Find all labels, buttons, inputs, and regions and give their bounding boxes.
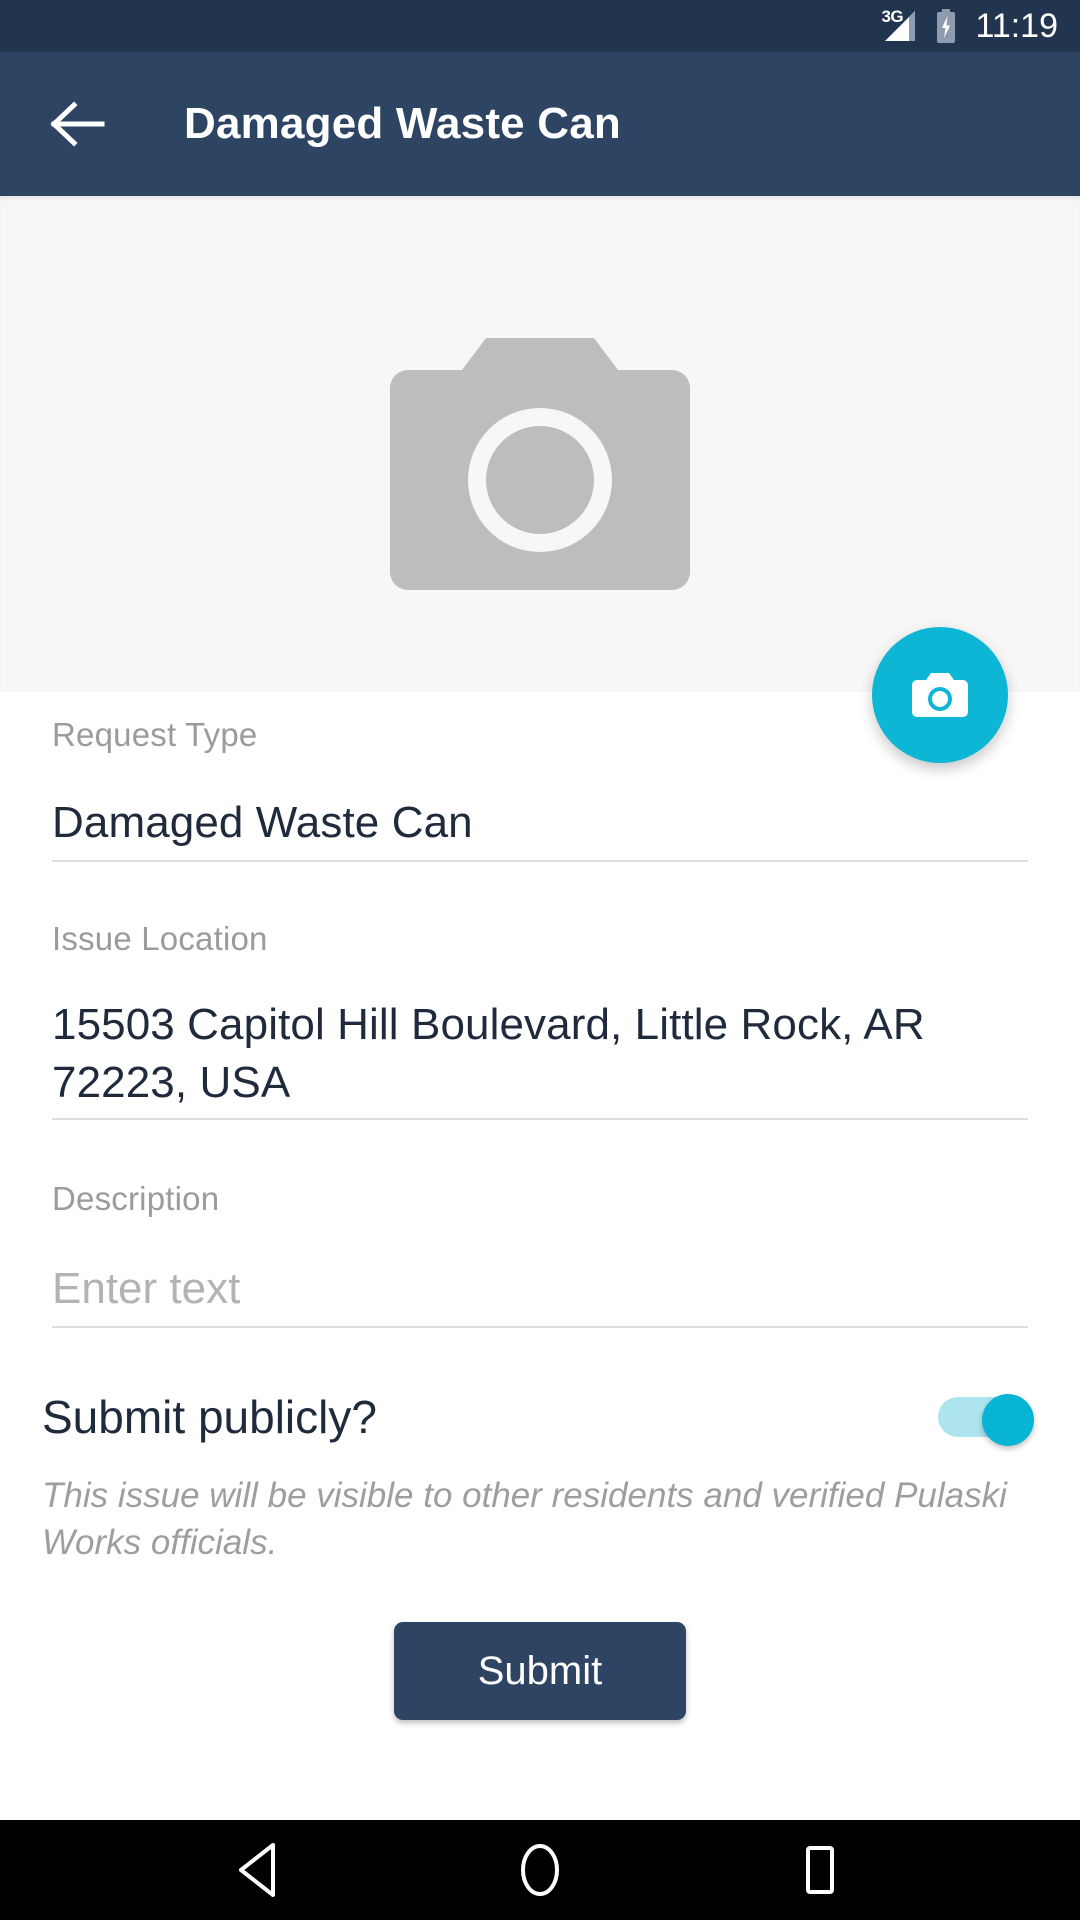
public-toggle-label: Submit publicly?: [42, 1391, 377, 1443]
issue-location-label: Issue Location: [52, 920, 268, 957]
description-underline: [52, 1326, 1028, 1328]
nav-home-circle-icon: [521, 1844, 559, 1896]
status-bar: 3G 11:19: [0, 0, 1080, 52]
app-screen: 3G 11:19 Damaged Waste Can Request Type …: [0, 0, 1080, 1920]
camera-fab-button[interactable]: [872, 627, 1008, 763]
clock-time: 11:19: [975, 6, 1058, 45]
public-toggle-row: Submit publicly?: [0, 1390, 1080, 1446]
photo-preview-area[interactable]: [0, 196, 1080, 692]
issue-location-value[interactable]: 15503 Capitol Hill Boulevard, Little Roc…: [52, 996, 1028, 1118]
page-title: Damaged Waste Can: [184, 99, 621, 148]
nav-recents-button[interactable]: [775, 1825, 865, 1915]
nav-back-triangle-icon: [239, 1843, 275, 1897]
public-toggle-switch[interactable]: [938, 1394, 1034, 1446]
issue-location-field[interactable]: Issue Location 15503 Capitol Hill Boulev…: [0, 862, 1080, 1120]
description-field[interactable]: Description Enter text: [0, 1120, 1080, 1328]
battery-charging-icon: [937, 9, 956, 43]
report-form: Request Type Damaged Waste Can Issue Loc…: [0, 692, 1080, 1720]
camera-icon: [912, 673, 968, 717]
back-button[interactable]: [46, 91, 112, 157]
arrow-left-icon: [50, 101, 105, 147]
network-type-label: 3G: [881, 7, 904, 26]
description-label: Description: [52, 1180, 220, 1217]
request-type-value[interactable]: Damaged Waste Can: [52, 794, 1028, 860]
app-bar: Damaged Waste Can: [0, 52, 1080, 196]
nav-back-button[interactable]: [215, 1825, 305, 1915]
submit-button[interactable]: Submit: [394, 1622, 686, 1720]
nav-home-button[interactable]: [495, 1825, 585, 1915]
android-nav-bar: [0, 1820, 1080, 1920]
status-bar-icons: 3G 11:19: [881, 7, 1058, 46]
description-input[interactable]: Enter text: [52, 1260, 1028, 1326]
public-toggle-helper-text: This issue will be visible to other resi…: [42, 1476, 1007, 1562]
toggle-thumb: [982, 1394, 1034, 1446]
submit-row: Submit: [0, 1622, 1080, 1720]
nav-recents-square-icon: [806, 1846, 834, 1894]
signal-bars-icon: 3G: [881, 7, 921, 43]
camera-placeholder-icon: [390, 338, 690, 590]
